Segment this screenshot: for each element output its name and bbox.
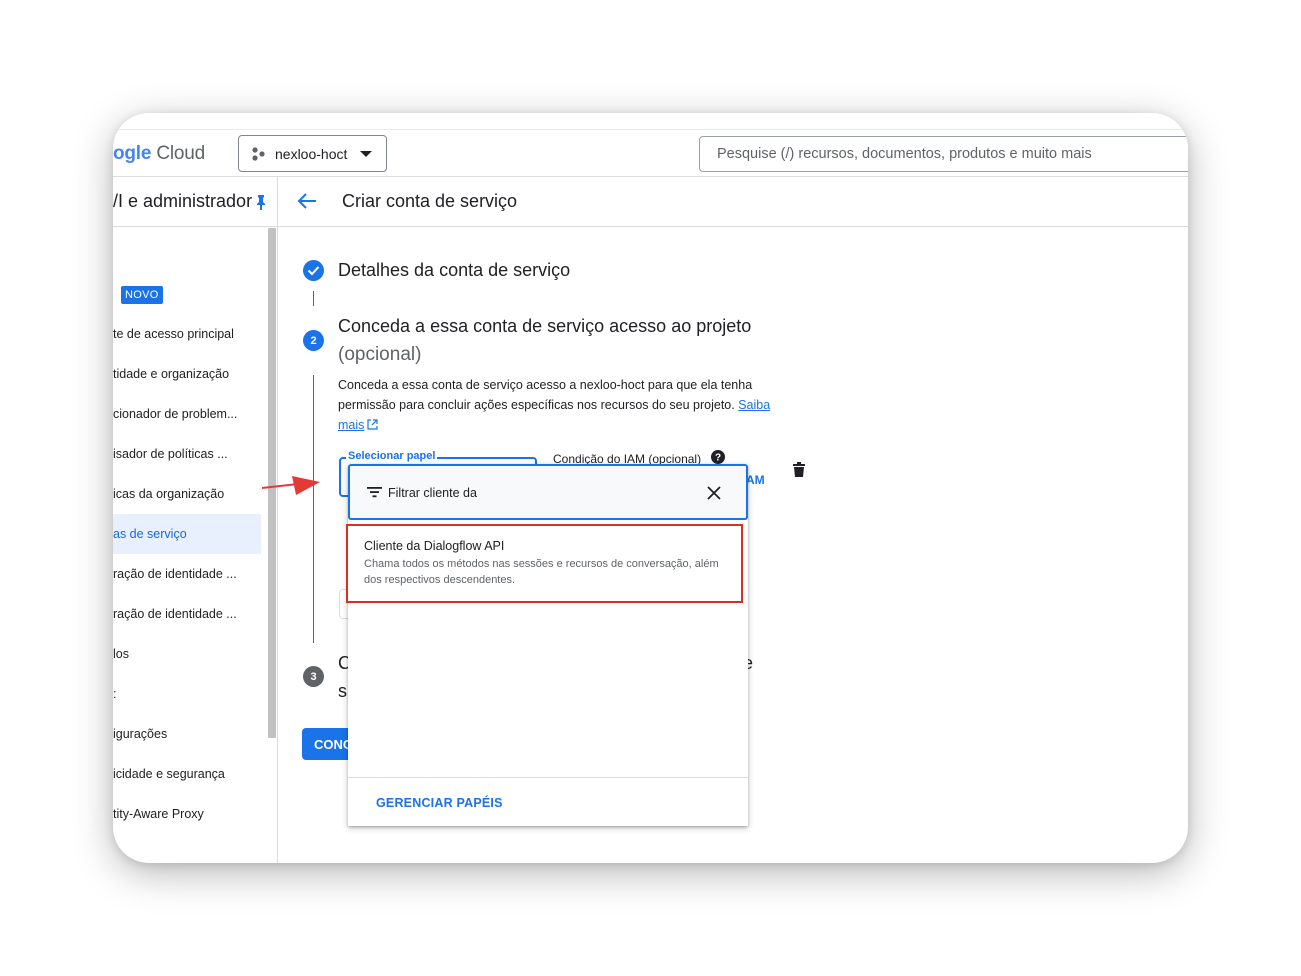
step2-number: 2 xyxy=(303,330,324,351)
sidebar-item[interactable]: igurações xyxy=(113,714,261,754)
sidebar-item[interactable]: isador de políticas ... xyxy=(113,434,261,474)
sidebar-item[interactable]: tidade e organização xyxy=(113,354,261,394)
top-hairline xyxy=(113,129,1188,130)
filter-icon xyxy=(367,487,382,498)
svg-text:?: ? xyxy=(715,453,721,464)
pin-icon[interactable] xyxy=(255,194,267,210)
project-dots-icon xyxy=(252,146,265,161)
role-dropdown: Cliente da Dialogflow API Chama todos os… xyxy=(346,464,748,826)
dropdown-divider xyxy=(348,777,748,778)
sidebar-nav: NOVO te de acesso principal tidade e org… xyxy=(113,227,277,863)
external-link-icon xyxy=(367,419,379,430)
check-icon xyxy=(307,266,320,276)
search-input[interactable]: Pesquise (/) recursos, documentos, produ… xyxy=(699,136,1188,172)
role-option[interactable]: Cliente da Dialogflow API Chama todos os… xyxy=(346,524,743,603)
step2-subtitle: (opcional) xyxy=(338,344,422,365)
annotation-arrow-icon xyxy=(262,476,320,495)
search-placeholder: Pesquise (/) recursos, documentos, produ… xyxy=(717,146,1092,162)
sidebar-item[interactable]: ração de identidade ... xyxy=(113,554,261,594)
manage-roles-button[interactable]: GERENCIAR PAPÉIS xyxy=(376,796,503,810)
top-bar: ogle Cloud nexloo-hoct Pesquise (/) recu… xyxy=(113,113,1188,177)
sidebar-item[interactable]: : xyxy=(113,674,261,714)
google-cloud-logo[interactable]: ogle Cloud xyxy=(113,143,205,165)
role-option-title: Cliente da Dialogflow API xyxy=(364,539,505,553)
project-selector[interactable]: nexloo-hoct xyxy=(238,135,387,172)
role-option-description: Chama todos os métodos nas sessões e rec… xyxy=(364,558,719,586)
step1-title: Detalhes da conta de serviço xyxy=(338,260,571,280)
sidebar-title: /I e administrador xyxy=(113,191,253,211)
sidebar-item[interactable]: ração de identidade ... xyxy=(113,594,261,634)
sidebar-item[interactable]: cionador de problem... xyxy=(113,394,261,434)
back-arrow-icon[interactable] xyxy=(297,192,317,210)
help-icon[interactable]: ? xyxy=(711,450,725,464)
step3-number: 3 xyxy=(303,666,324,687)
sidebar-item-service-accounts[interactable]: as de serviço xyxy=(113,514,261,554)
trash-icon[interactable] xyxy=(793,462,805,477)
step1-check-icon xyxy=(303,260,324,281)
sidebar-item[interactable]: is xyxy=(113,834,261,863)
sidebar-divider xyxy=(277,177,278,863)
step-connector xyxy=(313,291,314,306)
sidebar-item[interactable]: te de acesso principal xyxy=(113,314,261,354)
step-connector xyxy=(313,375,314,643)
close-icon[interactable] xyxy=(707,486,721,500)
new-badge: NOVO xyxy=(121,286,163,304)
filter-box xyxy=(348,464,748,520)
chevron-down-icon xyxy=(360,151,372,157)
add-iam-condition-link[interactable]: AM xyxy=(746,473,765,487)
sidebar-item[interactable]: icas da organização xyxy=(113,474,261,514)
project-name: nexloo-hoct xyxy=(275,145,348,162)
step2-description: Conceda a essa conta de serviço acesso a… xyxy=(338,378,771,432)
step3-title-fragment: s xyxy=(338,681,347,701)
page-title: Criar conta de serviço xyxy=(342,191,518,211)
sidebar-item[interactable]: tity-Aware Proxy xyxy=(113,794,261,834)
role-select-label: Selecionar papel xyxy=(346,450,438,462)
sidebar-item[interactable]: icidade e segurança xyxy=(113,754,261,794)
step2-title: Conceda a essa conta de serviço acesso a… xyxy=(338,316,752,336)
sidebar-item[interactable]: los xyxy=(113,634,261,674)
filter-input[interactable] xyxy=(388,484,688,502)
